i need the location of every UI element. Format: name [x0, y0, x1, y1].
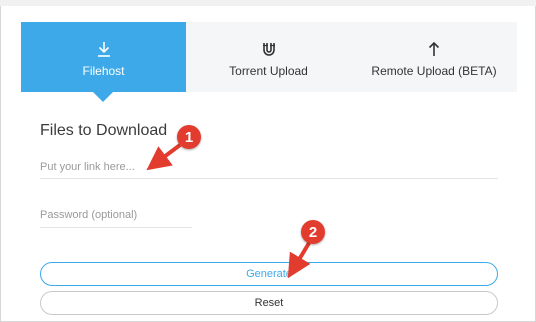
generate-button[interactable]: Generate [40, 262, 498, 286]
tab-remote-upload[interactable]: Remote Upload (BETA) [351, 22, 517, 92]
top-strip [0, 0, 536, 6]
upload-icon [427, 40, 441, 58]
link-input-underline [40, 178, 498, 179]
tab-remote-label: Remote Upload (BETA) [371, 64, 497, 78]
tab-filehost-label: Filehost [82, 64, 125, 78]
link-input[interactable] [40, 158, 496, 176]
password-input[interactable] [40, 206, 190, 224]
tab-torrent-label: Torrent Upload [229, 64, 308, 78]
active-tab-caret [93, 92, 113, 102]
tab-torrent-upload[interactable]: Torrent Upload [186, 22, 351, 92]
tab-filehost[interactable]: Filehost [21, 22, 186, 102]
reset-button[interactable]: Reset [40, 291, 498, 315]
magnet-icon [261, 40, 277, 58]
annotation-marker-2: 2 [301, 220, 325, 244]
files-to-download-heading: Files to Download [40, 122, 168, 139]
download-icon [97, 40, 111, 58]
upload-mode-tabs: Filehost Torrent Upload Remote Upload (B… [21, 22, 517, 102]
annotation-marker-1: 1 [177, 125, 201, 149]
password-input-underline [40, 227, 192, 228]
